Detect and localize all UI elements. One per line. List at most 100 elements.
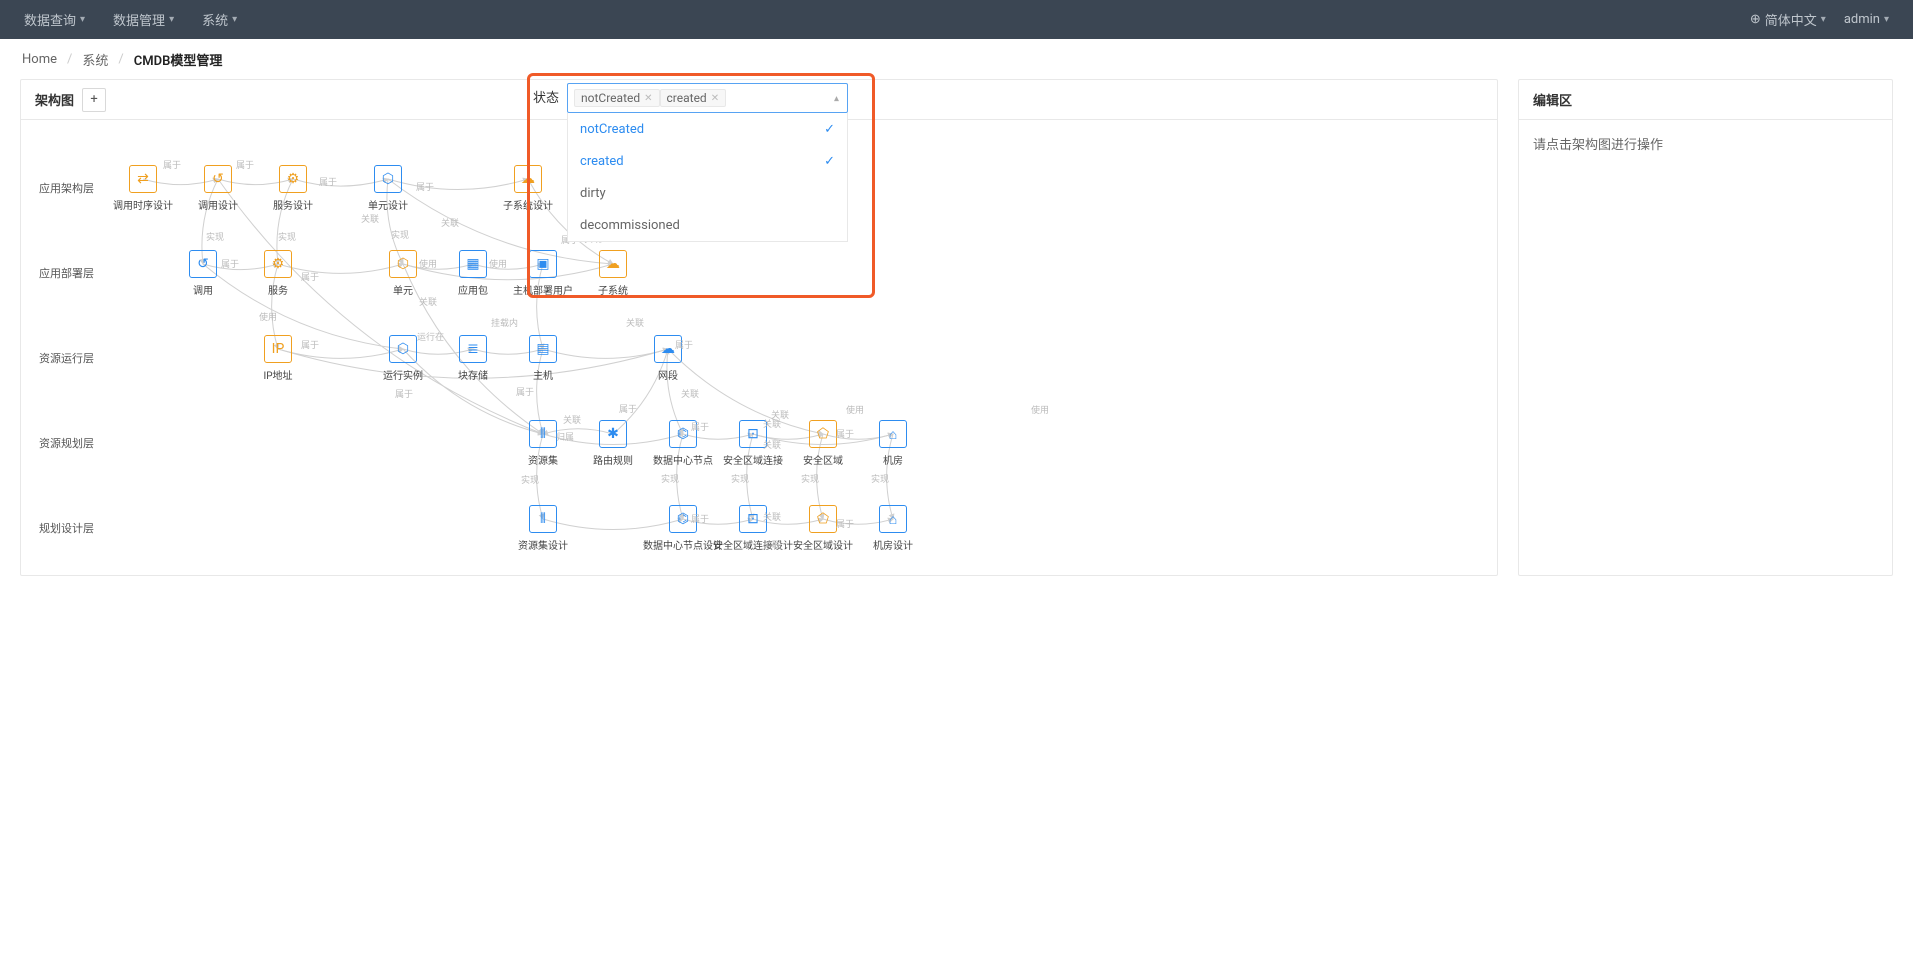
chevron-down-icon: ▾ <box>834 93 839 104</box>
node-label: 机房 <box>883 452 903 467</box>
node-主机[interactable]: ▤ 主机 <box>521 335 565 382</box>
node-icon: ⚙ <box>264 250 292 278</box>
node-icon: ⫴ <box>529 420 557 448</box>
node-label: 调用设计 <box>198 197 238 212</box>
edge-label: 实现 <box>391 228 409 241</box>
status-select[interactable]: notCreated✕created✕ ▾ <box>567 83 848 113</box>
lang-switcher[interactable]: ⊕简体中文▾ <box>1750 10 1826 29</box>
node-icon: ⬠ <box>809 420 837 448</box>
node-资源集设计[interactable]: ⫴资源集设计 <box>521 505 565 552</box>
breadcrumb-current: CMDB模型管理 <box>134 50 223 69</box>
node-label: 路由规则 <box>593 452 633 467</box>
nav-data-manage[interactable]: 数据管理▾ <box>113 10 174 29</box>
edge-label: 属于 <box>836 517 854 530</box>
node-调用[interactable]: ↺ 调用 <box>181 250 225 297</box>
node-icon: IP <box>264 335 292 363</box>
status-option-created[interactable]: created✓ <box>568 145 847 177</box>
status-option-notCreated[interactable]: notCreated✓ <box>568 113 847 145</box>
edge-label: 关联 <box>626 316 644 329</box>
remove-tag-icon[interactable]: ✕ <box>711 93 719 104</box>
top-nav: 数据查询▾ 数据管理▾ 系统▾ ⊕简体中文▾ admin▾ <box>0 0 1913 39</box>
node-主机部署用户[interactable]: ▣主机部署用户 <box>521 250 565 297</box>
status-tag-notCreated: notCreated✕ <box>574 89 660 107</box>
node-资源集[interactable]: ⫴ 资源集 <box>521 420 565 467</box>
nav-system[interactable]: 系统▾ <box>202 10 237 29</box>
node-服务设计[interactable]: ⚙服务设计 <box>271 165 315 212</box>
remove-tag-icon[interactable]: ✕ <box>644 93 652 104</box>
node-icon: ⌂ <box>879 505 907 533</box>
edge-label: 属于 <box>836 427 854 440</box>
status-option-decommissioned[interactable]: decommissioned <box>568 209 847 241</box>
node-icon: ▣ <box>529 250 557 278</box>
edge-label: 关联 <box>763 438 781 451</box>
breadcrumb-home[interactable]: Home <box>22 52 57 67</box>
nav-data-query[interactable]: 数据查询▾ <box>24 10 85 29</box>
node-机房[interactable]: ⌂机房 <box>871 420 915 467</box>
edge-label: 实现 <box>661 472 679 485</box>
node-label: 数据中心节点设计 <box>643 537 723 552</box>
add-button[interactable]: + <box>82 88 106 112</box>
edge-label: 属于 <box>301 338 319 351</box>
edge-label: 属于 <box>163 158 181 171</box>
edge-label: 使用 <box>419 257 437 270</box>
node-单元设计[interactable]: ⬡单元设计 <box>366 165 410 212</box>
edge-label: 实现 <box>521 473 539 486</box>
node-label: 运行实例 <box>383 367 423 382</box>
node-label: 调用 <box>193 282 213 297</box>
node-IP地址[interactable]: IPIP地址 <box>256 335 300 382</box>
edge-label: 属于 <box>691 420 709 433</box>
node-label: 安全区域连接 <box>723 452 783 467</box>
node-label: 资源集 <box>528 452 558 467</box>
edge-label: 使用 <box>846 403 864 416</box>
node-label: 网段 <box>658 367 678 382</box>
node-服务[interactable]: ⚙服务 <box>256 250 300 297</box>
layer-label: 应用部署层 <box>39 265 94 281</box>
node-label: 主机 <box>533 367 553 382</box>
status-option-dirty[interactable]: dirty <box>568 177 847 209</box>
user-menu[interactable]: admin▾ <box>1844 12 1889 27</box>
edge-label: 使用 <box>489 257 507 270</box>
node-label: 机房设计 <box>873 537 913 552</box>
edge-label: 挂载内 <box>491 316 518 329</box>
node-icon: ↺ <box>189 250 217 278</box>
node-label: 主机部署用户 <box>513 282 573 297</box>
architecture-panel: 架构图 + 状态 notCreated✕created✕ ▾ notCreate… <box>20 79 1498 576</box>
edge-label: 归属 <box>556 430 574 443</box>
node-label: 应用包 <box>458 282 488 297</box>
edge-label: 实现 <box>278 230 296 243</box>
edge-label: 属于 <box>301 270 319 283</box>
edge-label: 实现 <box>206 230 224 243</box>
edge-label: 关联 <box>763 417 781 430</box>
edge-label: 实现 <box>731 472 749 485</box>
edge-label: 属于 <box>619 402 637 415</box>
edge-label: 关联 <box>763 538 781 551</box>
node-label: 单元 <box>393 282 413 297</box>
node-icon: ☁ <box>599 250 627 278</box>
edge-label: 属于 <box>395 387 413 400</box>
globe-icon: ⊕ <box>1750 12 1761 27</box>
edge-label: 关联 <box>441 216 459 229</box>
edge-label: 属于 <box>516 385 534 398</box>
edge-label: 使用 <box>259 310 277 323</box>
node-icon: ↺ <box>204 165 232 193</box>
edge-label: 关联 <box>419 295 437 308</box>
edit-panel-hint: 请点击架构图进行操作 <box>1533 138 1663 153</box>
node-块存储[interactable]: ≣块存储 <box>451 335 495 382</box>
edit-panel: 编辑区 请点击架构图进行操作 <box>1518 79 1893 576</box>
panel-title: 架构图 <box>35 90 74 109</box>
node-调用设计[interactable]: ↺ 调用设计 <box>196 165 240 212</box>
breadcrumb-l1[interactable]: 系统 <box>82 50 108 69</box>
edge-label: 属于 <box>221 257 239 270</box>
node-label: 块存储 <box>458 367 488 382</box>
node-子系统[interactable]: ☁子系统 <box>591 250 635 297</box>
node-icon: ⇄ <box>129 165 157 193</box>
node-label: 资源集设计 <box>518 537 568 552</box>
node-icon: ▤ <box>529 335 557 363</box>
edge-label: 关联 <box>563 413 581 426</box>
node-路由规则[interactable]: ✱路由规则 <box>591 420 635 467</box>
status-dropdown: notCreated✓created✓dirtydecommissioned <box>567 113 848 242</box>
node-调用时序设计[interactable]: ⇄调用时序设计 <box>121 165 165 212</box>
node-icon: ⬠ <box>809 505 837 533</box>
layer-label: 规划设计层 <box>39 520 94 536</box>
node-机房设计[interactable]: ⌂ 机房设计 <box>871 505 915 552</box>
